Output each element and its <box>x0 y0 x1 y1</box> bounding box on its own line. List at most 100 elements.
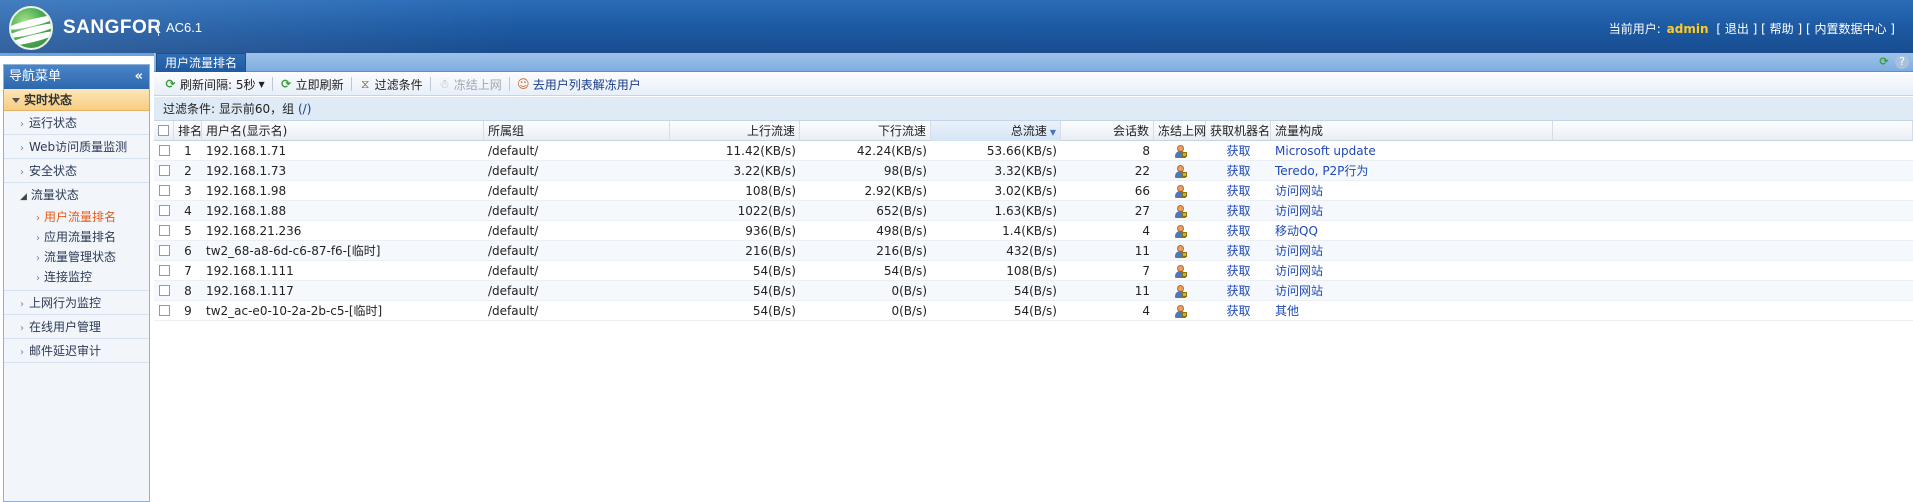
collapse-sidebar-icon[interactable]: « <box>135 65 143 89</box>
traffic-composition-link[interactable]: 其他 <box>1271 301 1553 321</box>
filter-icon: ⧖ <box>360 76 370 91</box>
fetch-hostname-link[interactable]: 获取 <box>1206 281 1271 301</box>
sub-item-app-traffic-rank[interactable]: › 应用流量排名 <box>4 227 149 247</box>
menu-item-security-status[interactable]: › 安全状态 <box>4 159 149 183</box>
brand-name: SANGFOR <box>63 17 162 38</box>
freeze-user-button[interactable] <box>1154 261 1206 281</box>
traffic-composition-link[interactable]: 移动QQ <box>1271 221 1553 241</box>
fetch-hostname-link[interactable]: 获取 <box>1206 201 1271 221</box>
traffic-composition-link[interactable]: 访问网站 <box>1271 261 1553 281</box>
column-header-group[interactable]: 所属组 <box>484 121 670 141</box>
menu-item-online-users[interactable]: › 在线用户管理 <box>4 315 149 339</box>
fetch-hostname-link[interactable]: 获取 <box>1206 161 1271 181</box>
table-row[interactable]: 2 192.168.1.73 /default/ 3.22(KB/s) 98(B… <box>154 161 1913 181</box>
sub-item-user-traffic-rank[interactable]: › 用户流量排名 <box>4 207 149 227</box>
tab-user-traffic-rank[interactable]: 用户流量排名 <box>156 53 247 72</box>
help-icon[interactable]: ? <box>1895 55 1909 69</box>
refresh-icon[interactable]: ⟳ <box>1877 55 1891 69</box>
traffic-composition-link[interactable]: 访问网站 <box>1271 181 1553 201</box>
checkbox[interactable] <box>158 225 170 236</box>
checkbox[interactable] <box>158 285 170 296</box>
freeze-user-button[interactable] <box>1154 241 1206 261</box>
fetch-hostname-link[interactable]: 获取 <box>1206 181 1271 201</box>
fetch-hostname-link[interactable]: 获取 <box>1206 261 1271 281</box>
freeze-user-button[interactable] <box>1154 161 1206 181</box>
fetch-hostname-link[interactable]: 获取 <box>1206 141 1271 161</box>
column-header-sessions[interactable]: 会话数 <box>1061 121 1154 141</box>
checkbox[interactable] <box>158 265 170 276</box>
row-checkbox-cell[interactable] <box>154 161 174 181</box>
freeze-button[interactable]: ☃ 冻结上网 <box>434 75 506 94</box>
row-checkbox-cell[interactable] <box>154 301 174 321</box>
menu-item-web-quality[interactable]: › Web访问质量监测 <box>4 135 149 159</box>
filter-button[interactable]: ⧖ 过滤条件 <box>355 75 427 94</box>
main-panel: 用户流量排名 ⟳? ⟳ 刷新间隔: 5秒 ▼ ⟳ 立即刷新 ⧖ 过滤条件 ☃ 冻… <box>154 53 1913 502</box>
freeze-user-button[interactable] <box>1154 221 1206 241</box>
column-header-fetch[interactable]: 获取机器名 <box>1206 121 1271 141</box>
refresh-now-button[interactable]: ⟳ 立即刷新 <box>276 75 348 94</box>
column-header-down[interactable]: 下行流速 <box>800 121 931 141</box>
table-row[interactable]: 7 192.168.1.111 /default/ 54(B/s) 54(B/s… <box>154 261 1913 281</box>
traffic-composition-link[interactable]: 访问网站 <box>1271 201 1553 221</box>
data-center-link[interactable]: [ 内置数据中心 ] <box>1806 22 1895 36</box>
menu-item-mail-delay-audit[interactable]: › 邮件延迟审计 <box>4 339 149 363</box>
column-header-composition[interactable]: 流量构成 <box>1271 121 1553 141</box>
logout-link[interactable]: [ 退出 ] <box>1716 22 1757 36</box>
row-checkbox-cell[interactable] <box>154 241 174 261</box>
menu-item-behavior-monitor[interactable]: › 上网行为监控 <box>4 291 149 315</box>
traffic-composition-link[interactable]: 访问网站 <box>1271 241 1553 261</box>
traffic-composition-link[interactable]: Microsoft update <box>1271 141 1553 161</box>
table-row[interactable]: 5 192.168.21.236 /default/ 936(B/s) 498(… <box>154 221 1913 241</box>
row-checkbox-cell[interactable] <box>154 221 174 241</box>
column-header-rank[interactable]: 排名 <box>174 121 202 141</box>
table-row[interactable]: 4 192.168.1.88 /default/ 1022(B/s) 652(B… <box>154 201 1913 221</box>
table-row[interactable]: 9 tw2_ac-e0-10-2a-2b-c5-[临时] /default/ 5… <box>154 301 1913 321</box>
menu-group-title[interactable]: ◢ 流量状态 <box>4 183 149 207</box>
freeze-user-button[interactable] <box>1154 301 1206 321</box>
section-realtime-status[interactable]: 实时状态 <box>4 89 149 111</box>
checkbox[interactable] <box>158 205 170 216</box>
current-user-label: 当前用户: <box>1608 22 1661 36</box>
freeze-user-button[interactable] <box>1154 141 1206 161</box>
row-checkbox-cell[interactable] <box>154 201 174 221</box>
unfreeze-link[interactable]: ☺ 去用户列表解冻用户 <box>513 75 645 94</box>
checkbox[interactable] <box>158 125 169 136</box>
row-checkbox-cell[interactable] <box>154 261 174 281</box>
column-header-total[interactable]: 总流速 ▼ <box>931 121 1061 141</box>
checkbox[interactable] <box>158 165 170 176</box>
column-header-up[interactable]: 上行流速 <box>670 121 800 141</box>
sessions-cell: 27 <box>1134 204 1150 218</box>
row-checkbox-cell[interactable] <box>154 141 174 161</box>
row-checkbox-cell[interactable] <box>154 281 174 301</box>
row-checkbox-cell[interactable] <box>154 181 174 201</box>
freeze-user-button[interactable] <box>1154 281 1206 301</box>
checkbox[interactable] <box>158 145 170 156</box>
checkbox[interactable] <box>158 305 170 316</box>
table-row[interactable]: 8 192.168.1.117 /default/ 54(B/s) 0(B/s)… <box>154 281 1913 301</box>
sub-item-connection-monitor[interactable]: › 连接监控 <box>4 267 149 287</box>
traffic-composition-link[interactable]: 访问网站 <box>1271 281 1553 301</box>
freeze-user-button[interactable] <box>1154 201 1206 221</box>
help-link[interactable]: [ 帮助 ] <box>1761 22 1802 36</box>
group-cell: /default/ <box>488 284 539 298</box>
sessions-cell: 66 <box>1134 184 1150 198</box>
total-rate-cell: 432(B/s) <box>1006 244 1057 258</box>
fetch-hostname-link[interactable]: 获取 <box>1206 241 1271 261</box>
table-row[interactable]: 3 192.168.1.98 /default/ 108(B/s) 2.92(K… <box>154 181 1913 201</box>
menu-item-run-status[interactable]: › 运行状态 <box>4 111 149 135</box>
table-row[interactable]: 6 tw2_68-a8-6d-c6-87-f6-[临时] /default/ 2… <box>154 241 1913 261</box>
fetch-hostname-link[interactable]: 获取 <box>1206 301 1271 321</box>
sub-item-traffic-mgmt-status[interactable]: › 流量管理状态 <box>4 247 149 267</box>
checkbox[interactable] <box>158 245 170 256</box>
checkbox[interactable] <box>158 185 170 196</box>
refresh-interval-dropdown[interactable]: ⟳ 刷新间隔: 5秒 ▼ <box>160 75 269 94</box>
freeze-user-button[interactable] <box>1154 181 1206 201</box>
sessions-cell: 4 <box>1142 224 1150 238</box>
filter-group-link[interactable]: (/) <box>298 102 311 116</box>
select-all-checkbox[interactable] <box>154 121 174 141</box>
column-header-freeze[interactable]: 冻结上网 <box>1154 121 1206 141</box>
traffic-composition-link[interactable]: Teredo, P2P行为 <box>1271 161 1553 181</box>
column-header-user[interactable]: 用户名(显示名) <box>202 121 484 141</box>
fetch-hostname-link[interactable]: 获取 <box>1206 221 1271 241</box>
table-row[interactable]: 1 192.168.1.71 /default/ 11.42(KB/s) 42.… <box>154 141 1913 161</box>
